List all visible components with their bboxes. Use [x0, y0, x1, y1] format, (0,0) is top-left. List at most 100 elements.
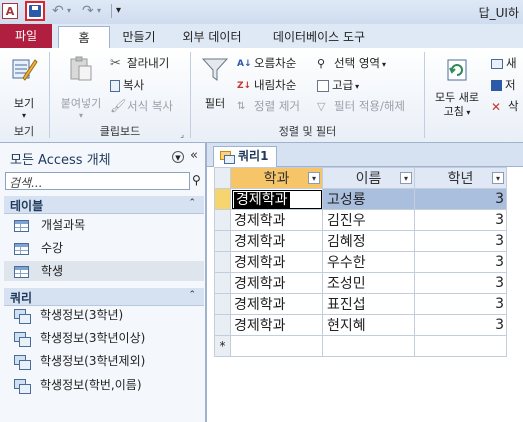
ribbon-tab-bar: 파일 홈 만들기 외부 데이터 데이터베이스 도구: [0, 24, 523, 49]
table-cell[interactable]: 표진섭: [322, 293, 415, 315]
sort-ascending-button[interactable]: A↓ 오름차순: [237, 54, 296, 72]
tab-external-data[interactable]: 외부 데이터: [170, 26, 254, 48]
customize-toolbar-button[interactable]: ▾: [116, 3, 132, 19]
nav-pane-menu-icon[interactable]: ▼: [172, 151, 184, 163]
table-cell[interactable]: 3: [414, 230, 507, 252]
record-selector[interactable]: [214, 314, 231, 336]
record-selector[interactable]: [214, 272, 231, 294]
column-header-grade[interactable]: 학년 ▾: [414, 167, 507, 189]
redo-icon[interactable]: ↷: [82, 3, 98, 19]
table-row[interactable]: 경제학과 고성룡 3: [214, 188, 507, 210]
collapse-pane-icon[interactable]: «: [190, 148, 198, 163]
sort-descending-button[interactable]: Z↓ 내림차순: [237, 76, 296, 94]
table-cell[interactable]: 김혜정: [322, 230, 415, 252]
remove-sort-button[interactable]: ⇅ 정렬 제거: [237, 97, 300, 115]
select-all-corner[interactable]: [214, 167, 231, 189]
save-record-button[interactable]: 저: [491, 76, 516, 94]
undo-icon[interactable]: ↶: [52, 3, 68, 19]
nav-item-table-selected[interactable]: 학생: [4, 261, 204, 281]
record-selector[interactable]: [214, 209, 231, 231]
undo-dropdown-icon[interactable]: ▾: [67, 3, 83, 19]
nav-section-queries[interactable]: 쿼리 ⌃: [4, 288, 204, 306]
table-cell[interactable]: 3: [414, 209, 507, 231]
table-cell[interactable]: [414, 335, 507, 357]
nav-section-tables[interactable]: 테이블 ⌃: [4, 196, 204, 214]
column-header-name[interactable]: 이름 ▾: [322, 167, 415, 189]
new-record-row[interactable]: *: [214, 335, 507, 357]
view-button[interactable]: 보기 ▾: [6, 54, 42, 120]
table-cell[interactable]: 고성룡: [322, 188, 415, 210]
table-cell[interactable]: 우수한: [322, 251, 415, 273]
table-cell[interactable]: 경제학과: [230, 209, 323, 231]
table-row[interactable]: 경제학과 현지혜 3: [214, 314, 507, 336]
copy-button[interactable]: 복사: [110, 76, 144, 94]
table-row[interactable]: 경제학과 표진섭 3: [214, 293, 507, 315]
nav-item-query[interactable]: 학생정보(학번,이름): [14, 375, 142, 395]
format-painter-button[interactable]: 🖌서식 복사: [110, 97, 173, 115]
nav-item-query[interactable]: 학생정보(3학년제외): [14, 351, 145, 371]
record-selector[interactable]: [214, 251, 231, 273]
table-cell[interactable]: [322, 335, 415, 357]
table-cell[interactable]: 경제학과: [230, 293, 323, 315]
refresh-all-button[interactable]: 모두 새로 고침 ▾: [429, 54, 485, 120]
table-cell[interactable]: 3: [414, 251, 507, 273]
save-button[interactable]: [25, 1, 45, 21]
table-cell[interactable]: 경제학과: [230, 251, 323, 273]
toggle-filter-button[interactable]: ▽ 필터 적용/해제: [317, 97, 405, 115]
dialog-launcher-icon[interactable]: ⌟: [180, 130, 184, 139]
nav-item-query[interactable]: 학생정보(3학년이상): [14, 328, 145, 348]
new-record-selector[interactable]: *: [214, 335, 231, 357]
new-record-button[interactable]: 새: [491, 54, 517, 72]
tab-file[interactable]: 파일: [0, 24, 52, 48]
tab-database-tools[interactable]: 데이터베이스 도구: [260, 26, 378, 48]
table-cell[interactable]: [230, 335, 323, 357]
chevron-down-icon[interactable]: ▾: [492, 172, 504, 184]
selection-button[interactable]: ⚲ 선택 영역 ▾: [317, 54, 386, 72]
record-selector[interactable]: [214, 230, 231, 252]
chevron-down-icon[interactable]: ▾: [400, 172, 412, 184]
nav-pane-header[interactable]: 모든 Access 개체 ▼ «: [0, 147, 207, 168]
table-cell[interactable]: 경제학과: [230, 272, 323, 294]
chevron-down-icon: ▾: [78, 111, 83, 120]
remove-sort-icon: ⇅: [237, 100, 246, 112]
access-app-icon[interactable]: A: [2, 3, 18, 19]
tab-home[interactable]: 홈: [58, 26, 110, 49]
table-cell[interactable]: 경제학과: [230, 230, 323, 252]
advanced-button[interactable]: 고급 ▾: [317, 76, 359, 94]
toolbar-separator: [111, 4, 112, 18]
table-cell[interactable]: 3: [414, 272, 507, 294]
search-icon[interactable]: ⚲: [192, 173, 201, 187]
nav-pane-title[interactable]: 모든 Access 개체: [10, 149, 111, 168]
tab-create[interactable]: 만들기: [110, 26, 168, 48]
table-row[interactable]: 경제학과 조성민 3: [214, 272, 507, 294]
table-cell[interactable]: 경제학과: [230, 314, 323, 336]
chevron-down-icon[interactable]: ▾: [308, 172, 320, 184]
collapse-section-icon[interactable]: ⌃: [188, 290, 196, 300]
record-selector[interactable]: [214, 293, 231, 315]
nav-item-query[interactable]: 학생정보(3학년): [14, 305, 123, 325]
nav-item-table[interactable]: 개설과목: [14, 215, 85, 235]
table-cell[interactable]: 3: [414, 188, 507, 210]
table-cell[interactable]: 경제학과: [230, 188, 323, 210]
datasheet-grid: 학과 ▾ 이름 ▾ 학년 ▾ 경제학과 고성룡 3 경제학과 김진우 3 경제학과 김…: [214, 167, 507, 357]
document-tab-query1[interactable]: 쿼리1: [213, 146, 278, 167]
delete-record-button[interactable]: ✕ 삭: [491, 97, 519, 115]
navigation-pane: 모든 Access 개체 ▼ « 검색... ⚲ 테이블 ⌃ 개설과목 수강 학…: [0, 143, 207, 422]
table-row[interactable]: 경제학과 우수한 3: [214, 251, 507, 273]
table-cell[interactable]: 현지혜: [322, 314, 415, 336]
record-selector[interactable]: [214, 188, 231, 210]
paste-button[interactable]: 붙여넣기 ▾: [54, 54, 108, 120]
column-header-department[interactable]: 학과 ▾: [230, 167, 323, 189]
table-cell[interactable]: 3: [414, 293, 507, 315]
table-cell[interactable]: 김진우: [322, 209, 415, 231]
table-cell[interactable]: 3: [414, 314, 507, 336]
filter-button[interactable]: 필터: [195, 54, 235, 111]
table-row[interactable]: 경제학과 김진우 3: [214, 209, 507, 231]
cut-button[interactable]: ✂ 잘라내기: [110, 54, 169, 72]
table-row[interactable]: 경제학과 김혜정 3: [214, 230, 507, 252]
toggle-filter-label: 필터 적용/해제: [334, 99, 406, 113]
collapse-section-icon[interactable]: ⌃: [188, 198, 196, 208]
nav-item-table[interactable]: 수강: [14, 238, 63, 258]
nav-search-input[interactable]: 검색...: [5, 172, 190, 190]
table-cell[interactable]: 조성민: [322, 272, 415, 294]
